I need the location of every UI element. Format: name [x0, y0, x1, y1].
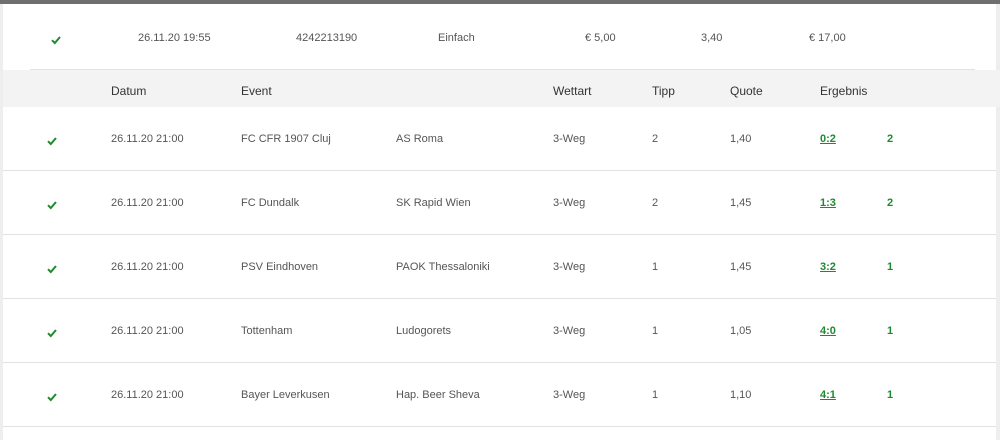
- column-header-event: Event: [241, 84, 272, 98]
- row-tip: 1: [652, 325, 659, 337]
- row-odds: 1,40: [730, 133, 752, 145]
- row-odds: 1,45: [730, 197, 752, 209]
- summary-ticket-id: 4242213190: [296, 32, 358, 44]
- row-tip: 2: [652, 133, 659, 145]
- bet-details-panel: 26.11.20 19:55 4242213190 Einfach € 5,00…: [3, 4, 1000, 440]
- row-odds: 1,05: [730, 325, 752, 337]
- row-score-link[interactable]: 3:2: [820, 261, 836, 273]
- bet-rows: 26.11.20 21:00 FC CFR 1907 Cluj AS Roma …: [3, 107, 996, 427]
- row-bet-type: 3-Weg: [553, 133, 586, 145]
- row-outcome: 1: [887, 389, 894, 401]
- row-outcome: 2: [887, 197, 894, 209]
- checkmark-icon: [47, 328, 57, 338]
- row-score-link[interactable]: 4:1: [820, 389, 836, 401]
- checkmark-icon: [47, 200, 57, 210]
- checkmark-icon: [47, 136, 57, 146]
- summary-date: 26.11.20 19:55: [138, 32, 211, 44]
- row-away-team: AS Roma: [396, 133, 444, 145]
- row-bet-type: 3-Weg: [553, 261, 586, 273]
- checkmark-icon: [47, 392, 57, 402]
- row-tip: 1: [652, 389, 659, 401]
- row-outcome: 1: [887, 325, 894, 337]
- row-away-team: Hap. Beer Sheva: [396, 389, 480, 401]
- row-home-team: PSV Eindhoven: [241, 261, 319, 273]
- row-date: 26.11.20 21:00: [111, 389, 184, 401]
- summary-bet-type: Einfach: [438, 32, 475, 44]
- table-row: 26.11.20 21:00 Tottenham Ludogorets 3-We…: [3, 299, 996, 363]
- table-row: 26.11.20 21:00 Bayer Leverkusen Hap. Bee…: [3, 363, 996, 427]
- row-bet-type: 3-Weg: [553, 325, 586, 337]
- summary-odds: 3,40: [701, 32, 723, 44]
- row-odds: 1,45: [730, 261, 752, 273]
- row-date: 26.11.20 21:00: [111, 197, 184, 209]
- row-home-team: Tottenham: [241, 325, 293, 337]
- table-header: Datum Event Wettart Tipp Quote Ergebnis: [3, 70, 1000, 107]
- row-date: 26.11.20 21:00: [111, 133, 184, 145]
- column-header-tipp: Tipp: [652, 84, 675, 98]
- table-row: 26.11.20 21:00 FC Dundalk SK Rapid Wien …: [3, 171, 996, 235]
- row-home-team: FC Dundalk: [241, 197, 300, 209]
- row-tip: 1: [652, 261, 659, 273]
- row-outcome: 2: [887, 133, 894, 145]
- row-home-team: Bayer Leverkusen: [241, 389, 330, 401]
- column-header-wettart: Wettart: [553, 84, 592, 98]
- column-header-quote: Quote: [730, 84, 763, 98]
- summary-stake: € 5,00: [585, 32, 616, 44]
- table-row: 26.11.20 21:00 FC CFR 1907 Cluj AS Roma …: [3, 107, 996, 171]
- row-bet-type: 3-Weg: [553, 197, 586, 209]
- row-home-team: FC CFR 1907 Cluj: [241, 133, 331, 145]
- row-tip: 2: [652, 197, 659, 209]
- row-date: 26.11.20 21:00: [111, 325, 184, 337]
- row-date: 26.11.20 21:00: [111, 261, 184, 273]
- column-header-datum: Datum: [111, 84, 147, 98]
- bet-summary-row: 26.11.20 19:55 4242213190 Einfach € 5,00…: [3, 4, 996, 70]
- row-score-link[interactable]: 1:3: [820, 197, 836, 209]
- row-bet-type: 3-Weg: [553, 389, 586, 401]
- checkmark-icon: [51, 35, 61, 45]
- row-outcome: 1: [887, 261, 894, 273]
- row-score-link[interactable]: 4:0: [820, 325, 836, 337]
- table-row: 26.11.20 21:00 PSV Eindhoven PAOK Thessa…: [3, 235, 996, 299]
- row-away-team: PAOK Thessaloniki: [396, 261, 490, 273]
- row-odds: 1,10: [730, 389, 752, 401]
- row-away-team: Ludogorets: [396, 325, 452, 337]
- row-score-link[interactable]: 0:2: [820, 133, 836, 145]
- row-away-team: SK Rapid Wien: [396, 197, 471, 209]
- summary-payout: € 17,00: [809, 32, 846, 44]
- column-header-ergebnis: Ergebnis: [820, 84, 868, 98]
- checkmark-icon: [47, 264, 57, 274]
